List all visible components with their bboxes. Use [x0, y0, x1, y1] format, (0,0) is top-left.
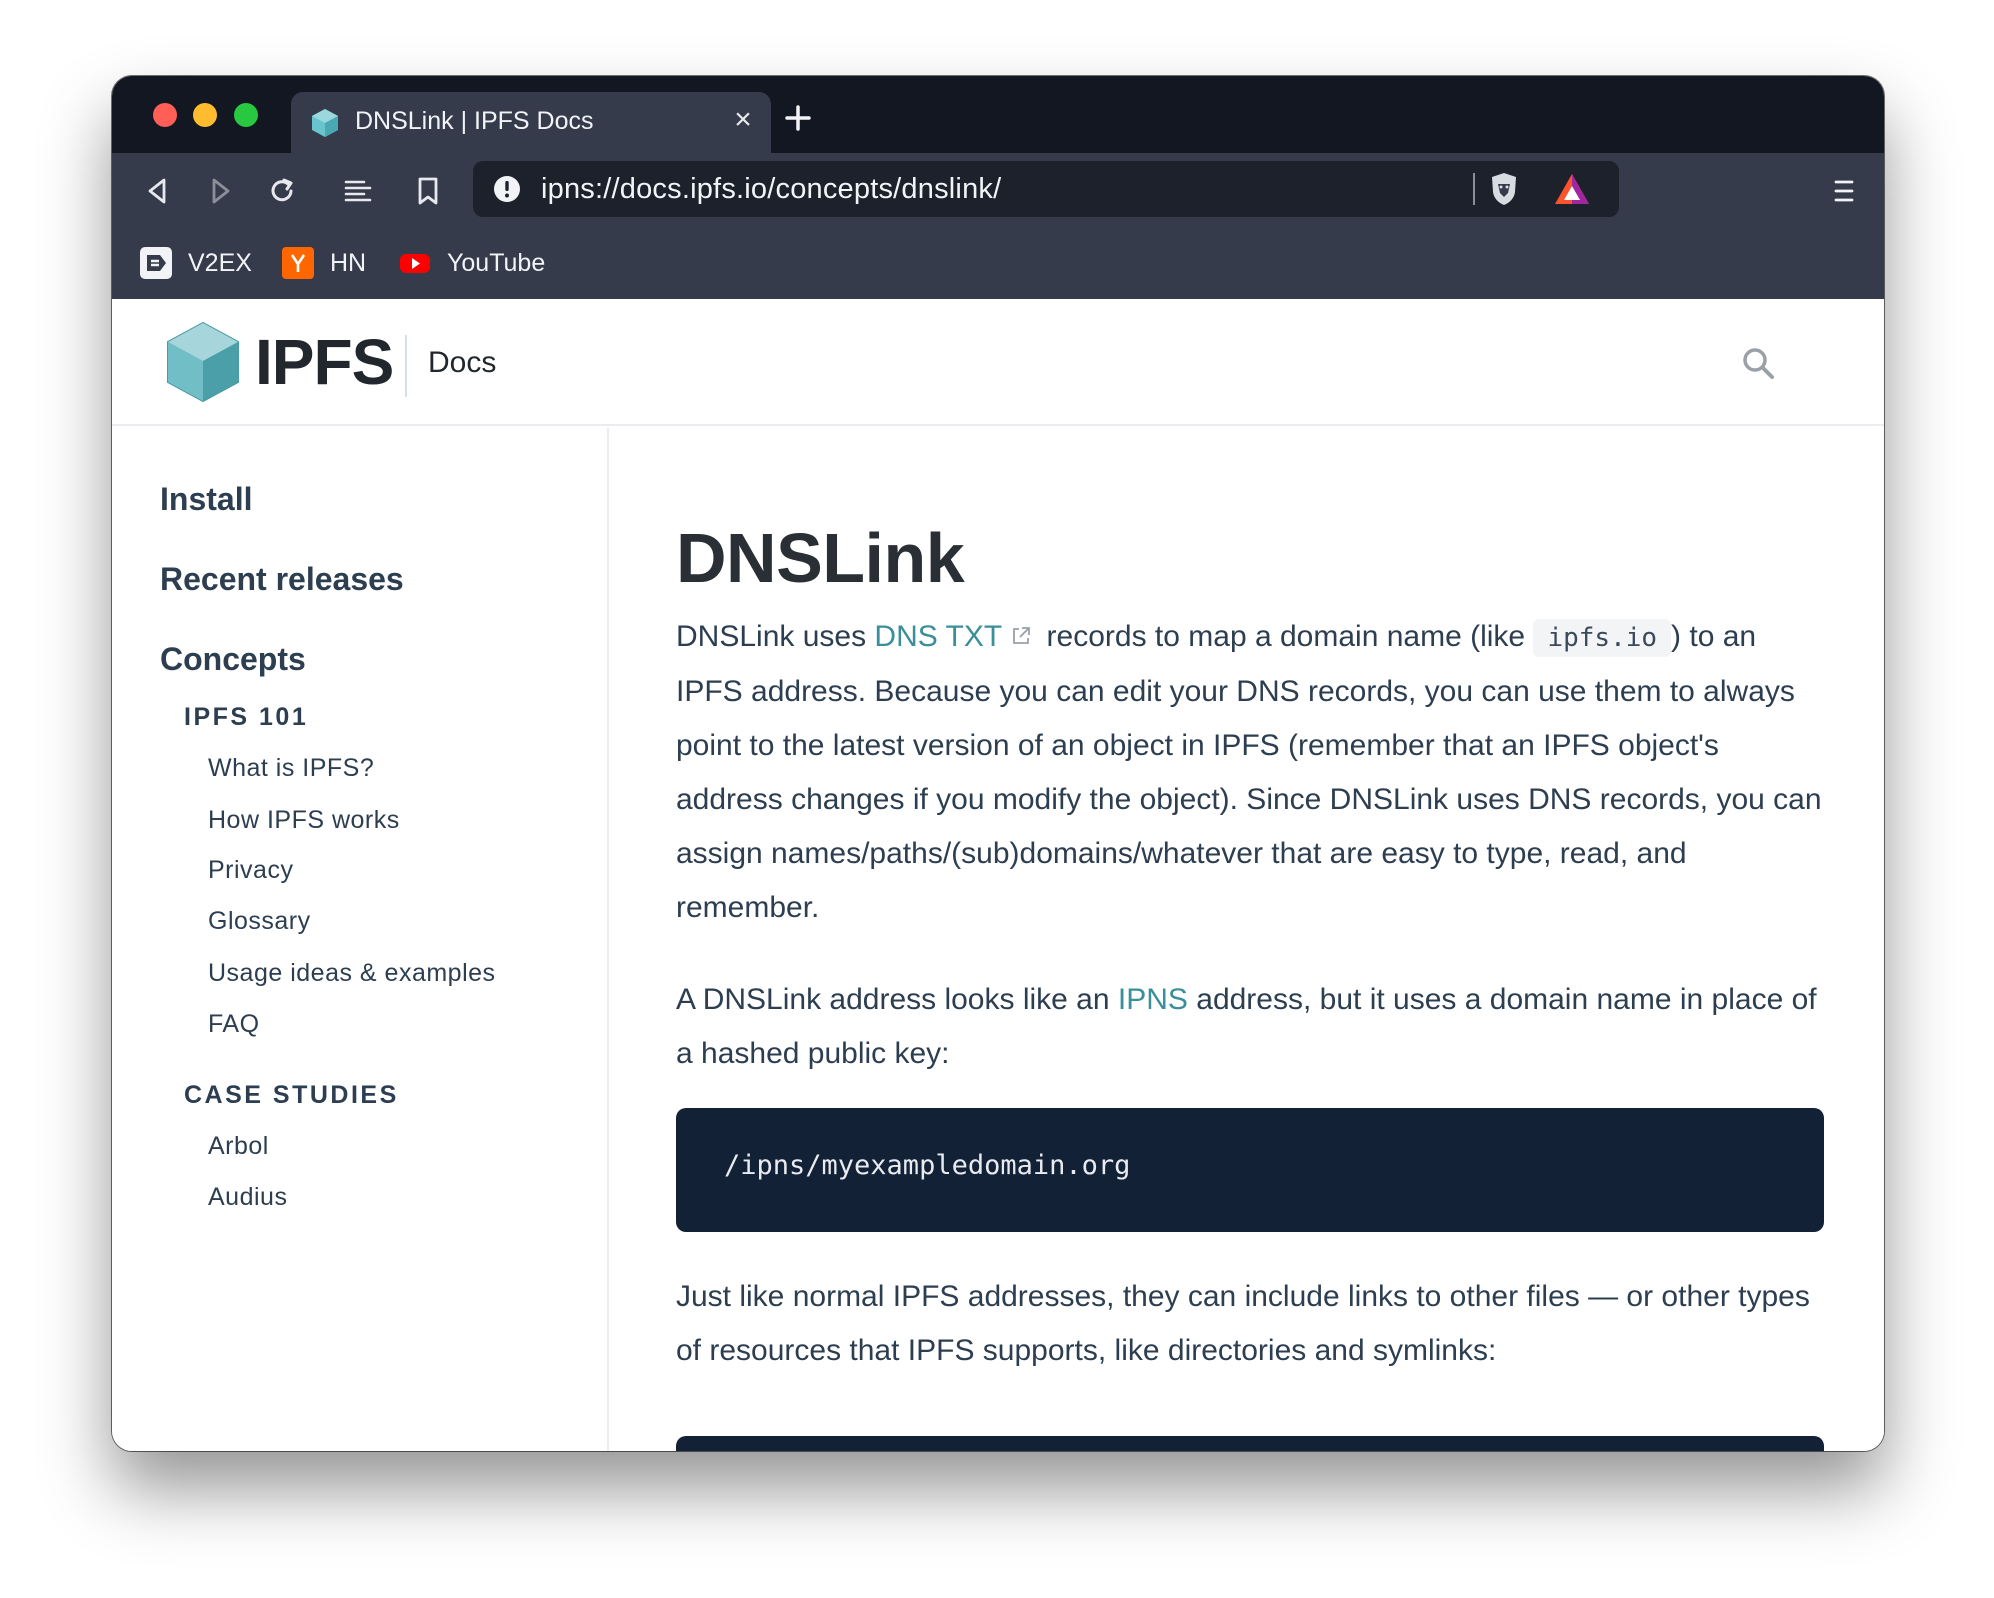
new-tab-icon[interactable]	[782, 102, 814, 134]
sidebar-item-how-ipfs-works[interactable]: How IPFS works	[208, 806, 400, 835]
url-text[interactable]: ipns://docs.ipfs.io/concepts/dnslink/	[541, 173, 1001, 206]
paragraph-text: ) to an IPFS address. Because you can ed…	[676, 620, 1822, 924]
reload-icon[interactable]	[264, 173, 300, 209]
sidebar-item-what-is-ipfs[interactable]: What is IPFS?	[208, 754, 374, 783]
ipns-paragraph: A DNSLink address looks like an IPNS add…	[676, 973, 1824, 1081]
links-paragraph: Just like normal IPFS addresses, they ca…	[676, 1280, 1810, 1367]
code-block-partial	[676, 1436, 1824, 1451]
sidebar-group-ipfs-101[interactable]: IPFS 101	[184, 703, 308, 732]
intro-paragraph: DNSLink uses DNS TXT records to map a do…	[676, 610, 1824, 935]
sidebar-item-recent-releases[interactable]: Recent releases	[160, 561, 404, 598]
dns-txt-link[interactable]: DNS TXT	[874, 620, 1002, 653]
code-text: /ipns/myexampledomain.org	[724, 1150, 1131, 1181]
web-page: IPFS Docs Install Recent releases Concep…	[112, 299, 1884, 1451]
code-block: /ipns/myexampledomain.org	[676, 1108, 1824, 1232]
sidebar-group-case-studies[interactable]: CASE STUDIES	[184, 1081, 399, 1110]
sidebar-item-glossary[interactable]: Glossary	[208, 907, 311, 936]
hacker-news-icon	[282, 247, 314, 279]
brave-rewards-icon[interactable]	[1553, 172, 1591, 206]
external-link-icon	[1013, 627, 1031, 644]
sidebar-item-privacy[interactable]: Privacy	[208, 856, 293, 885]
ipfs-favicon-icon	[312, 109, 338, 137]
paragraph-text: DNSLink uses	[676, 620, 875, 653]
sidebar-item-audius[interactable]: Audius	[208, 1183, 287, 1212]
bookmark-label: YouTube	[447, 248, 546, 277]
paragraph-text: A DNSLink address looks like an	[676, 983, 1118, 1016]
bookmark-v2ex[interactable]: V2EX	[140, 243, 252, 283]
sidebar-item-faq[interactable]: FAQ	[208, 1010, 260, 1039]
active-tab[interactable]: DNSLink | IPFS Docs ×	[291, 92, 771, 153]
inline-code: ipfs.io	[1533, 619, 1672, 657]
sidebar-item-concepts[interactable]: Concepts	[160, 641, 306, 678]
bookmark-hn[interactable]: HN	[282, 243, 366, 283]
back-icon[interactable]	[140, 173, 176, 209]
brave-shields-icon[interactable]	[1485, 170, 1523, 208]
paragraph-text: records to map a domain name (like	[1038, 620, 1534, 653]
sidebar-item-install[interactable]: Install	[160, 481, 252, 518]
bookmark-icon[interactable]	[410, 173, 446, 209]
minimize-window-button[interactable]	[193, 103, 217, 127]
tab-title: DNSLink | IPFS Docs	[355, 107, 594, 135]
address-bar[interactable]: ipns://docs.ipfs.io/concepts/dnslink/	[473, 161, 1619, 217]
page-title: DNSLink	[676, 519, 965, 597]
bookmark-label: HN	[330, 248, 367, 277]
ipns-link[interactable]: IPNS	[1118, 983, 1188, 1016]
tab-strip: DNSLink | IPFS Docs ×	[112, 76, 1884, 153]
site-info-icon[interactable]	[493, 175, 521, 203]
docs-sidebar: Install Recent releases Concepts IPFS 10…	[112, 428, 609, 1451]
close-tab-icon[interactable]: ×	[727, 104, 759, 136]
bookmark-youtube[interactable]: YouTube	[399, 243, 545, 283]
bookmark-label: V2EX	[188, 248, 252, 277]
zoom-window-button[interactable]	[234, 103, 258, 127]
site-header: IPFS Docs	[112, 299, 1884, 426]
browser-window: DNSLink | IPFS Docs × ipns://docs.ipfs.i…	[112, 76, 1884, 1451]
close-window-button[interactable]	[153, 103, 177, 127]
reader-mode-icon[interactable]	[340, 173, 376, 209]
ipfs-logo-icon[interactable]	[165, 321, 241, 403]
forward-icon[interactable]	[202, 173, 238, 209]
sidebar-item-usage-ideas[interactable]: Usage ideas & examples	[208, 959, 496, 988]
hamburger-menu-icon[interactable]	[1828, 175, 1860, 207]
address-bar-divider	[1473, 173, 1475, 205]
site-logo-text[interactable]: IPFS	[255, 325, 394, 399]
logo-divider	[405, 335, 407, 397]
navigation-toolbar: ipns://docs.ipfs.io/concepts/dnslink/	[112, 153, 1884, 229]
site-section-label[interactable]: Docs	[428, 346, 496, 380]
search-icon[interactable]	[1740, 345, 1776, 381]
sidebar-item-arbol[interactable]: Arbol	[208, 1132, 269, 1161]
bookmarks-bar: V2EX HN YouTube	[112, 229, 1884, 299]
youtube-icon	[400, 254, 430, 273]
v2ex-icon	[140, 247, 172, 279]
